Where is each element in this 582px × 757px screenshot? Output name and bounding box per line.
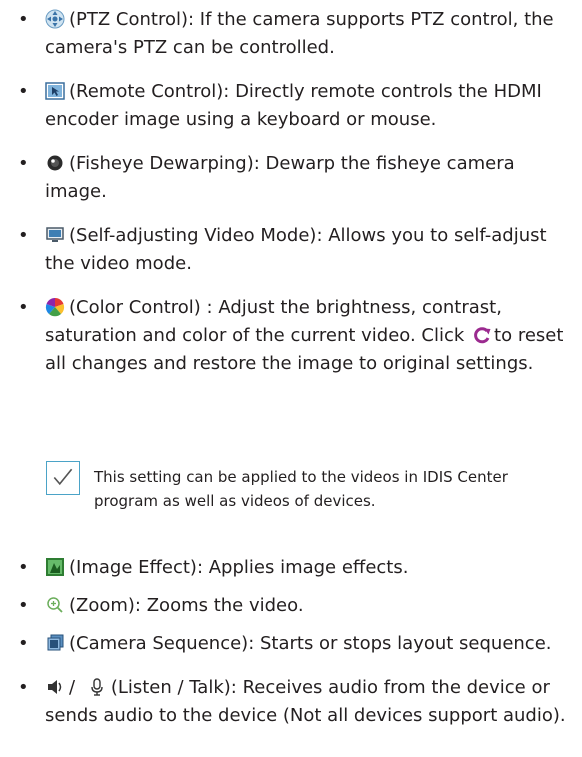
list-item: • (Remote Control): Directly remote cont… — [18, 78, 566, 134]
bullet: • — [18, 677, 29, 698]
bullet: • — [18, 153, 29, 174]
list-item: • (Fisheye Dewarping): Dewarp the fishey… — [18, 150, 566, 206]
item-text: (PTZ Control): If the camera supports PT… — [45, 9, 554, 58]
listen-icon — [48, 680, 62, 694]
self-adjusting-video-mode-icon — [46, 227, 64, 242]
bullet: • — [18, 557, 29, 578]
image-effect-icon — [46, 558, 64, 576]
item-text: (Self-adjusting Video Mode): Allows you … — [45, 225, 547, 274]
talk-icon — [91, 678, 103, 696]
remote-control-icon — [45, 82, 65, 100]
item-text: (Listen / Talk): Receives audio from the… — [45, 677, 566, 726]
note-callout: This setting can be applied to the video… — [46, 461, 566, 521]
list-item: • (Self-adjusting Video Mode): Allows yo… — [18, 222, 566, 278]
fisheye-dewarping-icon — [47, 155, 63, 171]
list-item: • / (Listen / Talk): Receives audio from… — [18, 674, 566, 730]
bullet: • — [18, 81, 29, 102]
reset-icon[interactable] — [472, 325, 492, 345]
color-control-icon — [45, 298, 65, 317]
list-item: • (Zoom): Zooms the video. — [18, 592, 566, 620]
bullet: • — [18, 297, 29, 318]
separator: / — [69, 677, 76, 698]
item-text: (Image Effect): Applies image effects. — [69, 557, 409, 578]
item-text: (Zoom): Zooms the video. — [69, 595, 304, 616]
list-item: • (Camera Sequence): Starts or stops lay… — [18, 630, 566, 658]
list-item: • (Color Control) : Adjust the brightnes… — [18, 294, 566, 378]
note-text: This setting can be applied to the video… — [94, 468, 508, 510]
zoom-icon — [47, 597, 63, 613]
list-item: • (PTZ Control): If the camera supports … — [18, 6, 566, 62]
item-text: (Fisheye Dewarping): Dewarp the fisheye … — [45, 153, 515, 202]
ptz-control-icon — [45, 9, 65, 29]
list-item: • (Image Effect): Applies image effects. — [18, 554, 566, 582]
bullet: • — [18, 9, 29, 30]
camera-sequence-icon — [47, 634, 64, 651]
bullet: • — [18, 595, 29, 616]
checkmark-note-icon — [46, 461, 80, 495]
bullet: • — [18, 225, 29, 246]
item-text: (Color Control) : Adjust the brightness,… — [45, 297, 502, 346]
item-text: (Remote Control): Directly remote contro… — [45, 81, 542, 130]
bullet: • — [18, 633, 29, 654]
item-text: (Camera Sequence): Starts or stops layou… — [69, 633, 552, 654]
